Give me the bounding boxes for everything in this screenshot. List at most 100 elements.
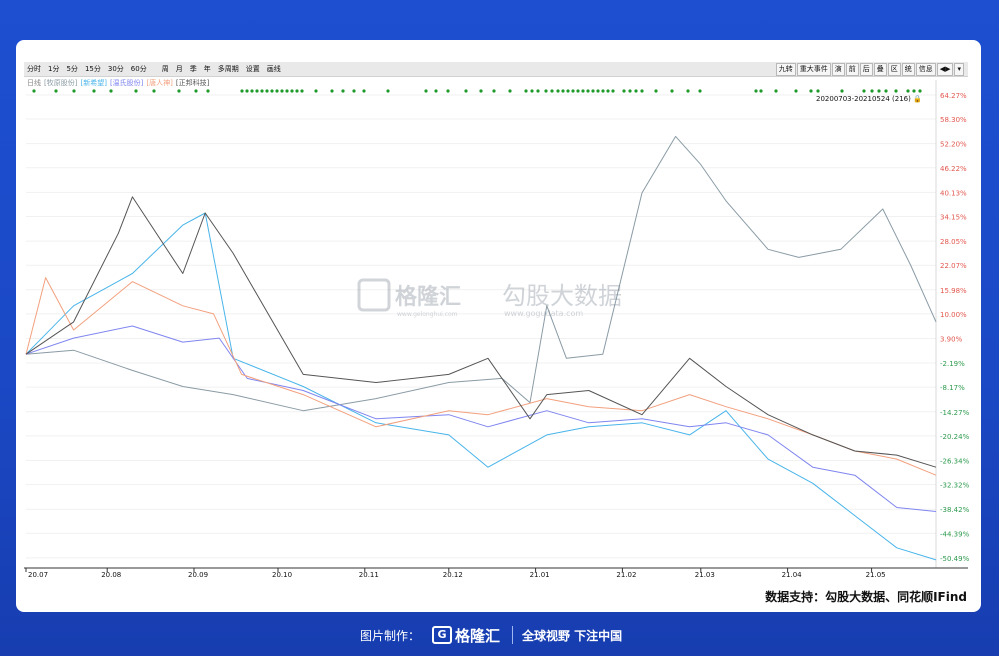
y-tick-label-17: -38.42% [940,506,970,514]
signal-dot-26 [352,89,356,93]
legend-item-1[interactable]: [新希望] [80,78,106,88]
signal-dot-71 [884,89,888,93]
signal-dot-15 [265,89,269,93]
y-tick-label-0: 64.27% [940,92,967,100]
signal-dot-73 [906,89,910,93]
y-tick-label-10: 3.90% [940,335,963,343]
signal-dot-54 [628,89,632,93]
signal-dot-70 [877,89,881,93]
period-4[interactable]: 30分 [108,62,124,76]
series-line-2 [25,325,937,512]
signal-dot-59 [686,89,690,93]
signal-dot-64 [794,89,798,93]
x-tick-label-1: 20.08 [101,571,121,579]
period-9[interactable]: 年 [204,62,211,76]
period-7[interactable]: 月 [176,62,183,76]
footer-divider [512,626,513,644]
x-tick-label-6: 21.01 [530,571,550,579]
signal-dot-55 [634,89,638,93]
footer-slogan: 全球视野 下注中国 [522,629,623,643]
signal-dot-8 [194,89,198,93]
signal-dot-3 [92,89,96,93]
y-tick-label-4: 40.13% [940,189,967,197]
period-12[interactable]: 画线 [267,62,281,76]
x-tick-label-5: 20.12 [443,571,463,579]
signal-dot-45 [576,89,580,93]
signal-dot-5 [134,89,138,93]
legend-item-4[interactable]: [正邦科技] [176,78,209,88]
period-5[interactable]: 60分 [131,62,147,76]
tool-button-7[interactable]: 统 [901,63,915,76]
legend-prefix: 日线 [27,79,41,87]
signal-dot-68 [862,89,866,93]
signal-dot-31 [446,89,450,93]
period-11[interactable]: 设置 [246,62,260,76]
signal-dot-43 [566,89,570,93]
chart-toolbar: 分时 1分 5分 15分 30分 60分 周月季年多周期 设置 画线 九转 重大事件演前后叠区统信… [24,62,968,77]
signal-dot-33 [479,89,483,93]
footer-brand: 格隆汇 [455,627,501,645]
signal-dot-66 [816,89,820,93]
tool-button-9[interactable]: ◀▶ [936,63,954,76]
signal-dot-7 [177,89,181,93]
footer-made-by: 图片制作： [360,629,421,643]
signal-dot-34 [492,89,496,93]
y-tick-label-18: -44.39% [940,530,970,538]
signal-dot-57 [654,89,658,93]
watermark-brand: 格隆汇 [395,284,461,310]
y-tick-label-13: -14.27% [940,409,970,417]
tool-button-1[interactable]: 重大事件 [796,63,831,76]
legend-item-0[interactable]: [牧原股份] [44,78,77,88]
y-tick-label-3: 46.22% [940,165,967,173]
signal-dot-16 [270,89,274,93]
y-tick-label-19: -50.49% [940,555,970,563]
signal-dot-74 [912,89,916,93]
watermark-logo-icon [357,278,391,312]
period-0[interactable]: 分时 [27,62,41,76]
signal-dot-63 [774,89,778,93]
data-source: 数据支持：勾股大数据、同花顺IFind [765,590,967,604]
y-tick-label-15: -26.34% [940,457,970,465]
y-tick-label-16: -32.32% [940,482,970,490]
lock-icon: 🔒 [913,95,922,103]
chart-canvas: 64.27% 58.30% 52.20% 46.22% 40.13% 34.15% 28.0… [24,80,970,579]
tool-button-6[interactable]: 区 [887,63,901,76]
signal-dot-50 [601,89,605,93]
tool-button-2[interactable]: 演 [831,63,845,76]
period-3[interactable]: 15分 [85,62,101,76]
period-8[interactable]: 季 [190,62,197,76]
period-10[interactable]: 多周期 [218,62,239,76]
signal-dot-9 [206,89,210,93]
period-1[interactable]: 1分 [48,62,59,76]
signal-dot-48 [591,89,595,93]
signal-dot-75 [918,89,922,93]
signal-dot-44 [571,89,575,93]
tool-button-0[interactable]: 九转 [775,63,796,76]
tool-button-5[interactable]: 叠 [873,63,887,76]
period-toolbar: 分时 1分 5分 15分 30分 60分 周月季年多周期 设置 画线 [27,62,281,76]
signal-dot-41 [556,89,560,93]
signal-dot-39 [544,89,548,93]
series-line-0 [25,135,937,412]
signal-dot-21 [295,89,299,93]
signal-dot-19 [285,89,289,93]
legend-item-3[interactable]: [唐人神] [146,78,172,88]
y-tick-label-1: 58.30% [940,116,967,124]
signal-dot-18 [280,89,284,93]
legend-item-2[interactable]: [温氏股份] [110,78,143,88]
tool-button-4[interactable]: 后 [859,63,873,76]
period-6[interactable]: 周 [162,62,169,76]
signal-dot-24 [330,89,334,93]
signal-dot-69 [870,89,874,93]
tool-button-3[interactable]: 前 [845,63,859,76]
y-tick-label-8: 15.98% [940,287,967,295]
tool-buttons: 九转 重大事件演前后叠区统信息 ◀▶ ▾ [775,63,964,76]
signal-dot-1 [54,89,58,93]
x-tick-label-3: 20.10 [272,571,292,579]
tool-button-10[interactable]: ▾ [954,63,964,76]
signal-dot-38 [536,89,540,93]
series-line-4 [25,196,937,468]
period-2[interactable]: 5分 [66,62,77,76]
signal-dot-61 [754,89,758,93]
tool-button-8[interactable]: 信息 [915,63,936,76]
